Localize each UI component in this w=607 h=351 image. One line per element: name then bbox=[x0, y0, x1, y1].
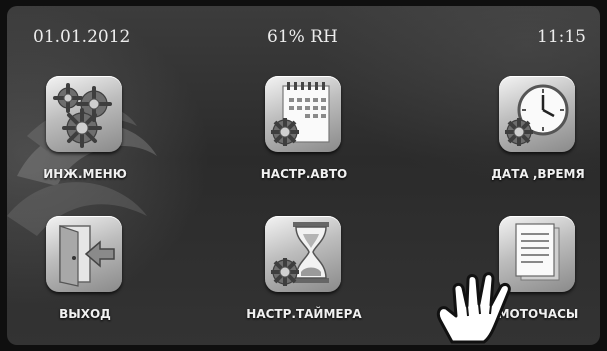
exit-button[interactable]: ВЫХОД bbox=[20, 216, 150, 336]
humidity-readout: 61% RH bbox=[267, 27, 338, 47]
clock-gear-icon bbox=[499, 76, 575, 152]
exit-door-icon bbox=[46, 216, 122, 292]
time-readout: 11:15 bbox=[537, 27, 586, 47]
auto-settings-button[interactable]: НАСТР.АВТО bbox=[239, 76, 369, 196]
touch-screen: 01.01.2012 61% RH 11:15 ИНЖ.МЕНЮ НАСТР.А… bbox=[7, 6, 600, 345]
date-time-button[interactable]: ДАТА ,ВРЕМЯ bbox=[473, 76, 600, 196]
auto-settings-label: НАСТР.АВТО bbox=[260, 167, 348, 181]
exit-label: ВЫХОД bbox=[59, 307, 111, 321]
timer-settings-button[interactable]: НАСТР.ТАЙМЕРА bbox=[239, 216, 369, 336]
timer-settings-label: НАСТР.ТАЙМЕРА bbox=[246, 307, 362, 321]
calendar-gear-icon bbox=[265, 76, 341, 152]
pointing-hand-icon bbox=[436, 272, 511, 344]
date-time-label: ДАТА ,ВРЕМЯ bbox=[491, 167, 585, 181]
gears-icon bbox=[46, 76, 122, 152]
engineering-menu-label: ИНЖ.МЕНЮ bbox=[43, 167, 127, 181]
status-bar: 01.01.2012 61% RH 11:15 bbox=[7, 6, 600, 64]
engineering-menu-button[interactable]: ИНЖ.МЕНЮ bbox=[20, 76, 150, 196]
hourglass-gear-icon bbox=[265, 216, 341, 292]
date-readout: 01.01.2012 bbox=[33, 27, 131, 47]
